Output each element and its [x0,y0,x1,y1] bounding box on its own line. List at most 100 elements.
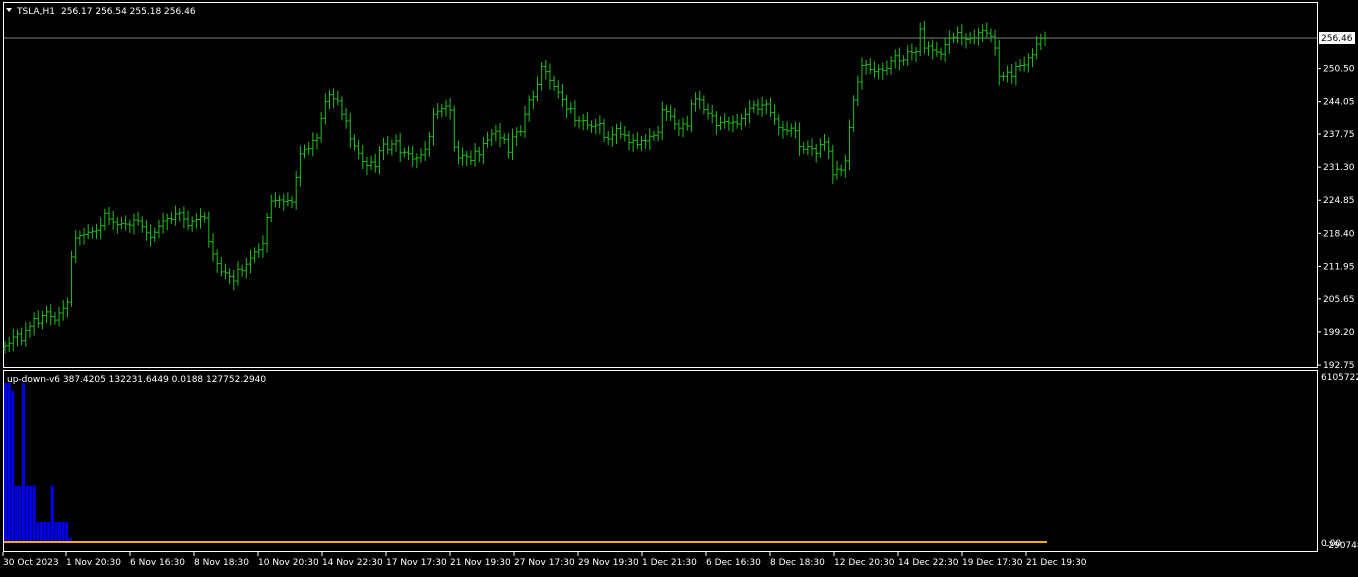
ohlc-bar [847,119,852,171]
ohlc-bar [552,75,557,92]
ohlc-bar [947,30,952,54]
ohlc-bar [27,321,32,339]
ohlc-bar [348,112,353,149]
histogram-bar [22,383,25,541]
ohlc-bar [1018,59,1023,72]
ohlc-bar [606,130,611,146]
time-tick-label: 30 Oct 2023 [3,558,59,568]
time-tick-label: 14 Nov 22:30 [322,558,383,568]
ohlc-bar [514,127,519,147]
ohlc-bar [356,139,361,160]
histogram-bar [32,485,36,541]
ohlc-bar [86,224,91,239]
time-tick-label: 1 Nov 20:30 [66,558,121,568]
dropdown-triangle-icon[interactable] [6,8,12,12]
price-tick-label: 205.65 [1323,295,1355,305]
ohlc-bar [572,100,577,127]
ohlc-bar [830,144,835,185]
price-tick-label: 211.95 [1323,262,1355,272]
histogram-bar [14,485,18,541]
ohlc-bar [398,132,403,163]
ohlc-bar [273,192,278,208]
ohlc-bar [144,220,149,241]
ohlc-bar [814,144,819,163]
time-tick-label: 1 Dec 21:30 [642,558,697,568]
indicator-label: up-down-v6 387.4205 132231.6449 0.0188 1… [7,375,266,385]
ohlc-bar [685,115,690,131]
ohlc-bar [510,128,515,160]
ohlc-bar [464,150,469,167]
ohlc-bar [1001,71,1006,81]
ohlc-bar [69,250,74,307]
ohlc-bar [839,164,844,177]
indicator-axis-min: -2907486 [1325,541,1358,551]
ohlc-bar [610,126,615,147]
ohlc-bar [231,270,236,291]
ohlc-bar [585,112,590,130]
ohlc-bar [256,243,261,258]
ohlc-bar [943,38,948,62]
histogram-bar [40,522,43,541]
ohlc-bar [315,133,319,150]
ohlc-bar [202,211,207,223]
ohlc-bar [627,130,631,151]
ohlc-bar [298,145,303,187]
ohlc-bar [743,107,748,127]
ohlc-bar [52,311,57,325]
ohlc-bar [48,303,53,326]
ohlc-bar [364,156,369,175]
ohlc-bar [40,310,45,330]
ohlc-bar [755,98,760,116]
ohlc-bar [169,212,174,225]
ohlc-bar [73,229,78,264]
ohlc-bar [647,128,652,151]
ohlc-bar [448,97,453,120]
ohlc-bar [94,223,99,239]
histogram-bar [36,522,40,541]
ohlc-bar [248,249,253,274]
ohlc-bar [556,80,561,99]
histogram-bar [7,383,11,541]
ohlc-bar [115,217,120,234]
ohlc-bar [739,113,744,131]
ohlc-bar [186,210,191,231]
ohlc-bar [489,129,494,147]
price-tick-label: 244.05 [1323,98,1355,108]
ohlc-bar [668,105,673,121]
ohlc-bar [539,61,544,91]
ohlc-bar [493,124,498,142]
ohlc-bar [535,76,540,102]
ohlc-bar [389,139,394,156]
ohlc-bar [681,117,686,138]
ohlc-bar [377,146,382,175]
ohlc-bar [431,107,436,146]
ohlc-bar [980,24,985,42]
ohlc-bar [102,208,107,231]
ohlc-bar [148,224,153,247]
ohlc-bar [156,219,161,239]
time-tick-label: 21 Nov 19:30 [450,558,511,568]
ohlc-bar [660,101,665,140]
ohlc-bar [435,102,440,119]
time-tick-label: 14 Dec 22:30 [898,558,959,568]
ohlc-bar [240,264,245,277]
histogram-bar [65,522,69,541]
ohlc-bar [223,263,228,280]
ohlc-bar [993,29,998,56]
ohlc-bar [818,138,823,158]
ohlc-bar [897,47,902,71]
time-tick-label: 8 Nov 18:30 [194,558,249,568]
ohlc-bar [173,205,178,226]
ohlc-bar [11,328,16,351]
price-tick-label: 192.75 [1323,361,1355,371]
time-tick-label: 27 Nov 17:30 [514,558,575,568]
ohlc-bar [618,122,623,139]
ohlc-bar [123,215,128,231]
ohlc-bar [589,120,594,133]
histogram-bar [43,522,47,541]
time-axis: 30 Oct 2023 1 Nov 20:30 6 Nov 16:30 8 Nov 1… [2,552,1087,568]
ohlc-bar [119,217,124,230]
ohlc-bar [772,104,777,126]
ohlc-bar [714,111,719,135]
ohlc-bar [473,143,478,167]
